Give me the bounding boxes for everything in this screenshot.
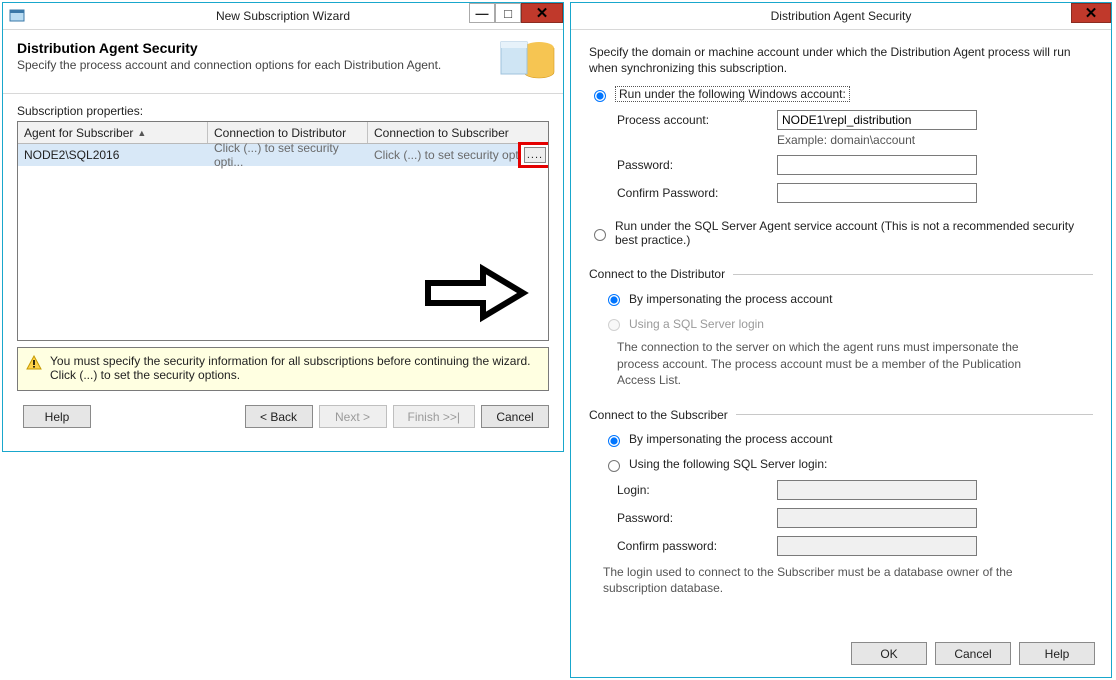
- subscription-properties-label: Subscription properties:: [17, 104, 549, 118]
- sub-confirm-password-input: [777, 536, 977, 556]
- warning-panel: You must specify the security informatio…: [17, 347, 549, 391]
- password-label: Password:: [617, 158, 777, 172]
- ellipsis-button[interactable]: ....: [524, 147, 546, 163]
- header-title: Distribution Agent Security: [17, 40, 549, 56]
- run-sqlagent-radio[interactable]: [594, 229, 606, 241]
- intro-text: Specify the domain or machine account un…: [589, 44, 1093, 76]
- run-windows-radio[interactable]: [594, 90, 606, 102]
- dist-note: The connection to the server on which th…: [589, 339, 1059, 388]
- wizard-titlebar[interactable]: New Subscription Wizard ― □ ✕: [3, 3, 563, 30]
- sub-sqllogin-radio[interactable]: [608, 460, 620, 472]
- dialog-footer: OK Cancel Help: [851, 642, 1095, 665]
- sub-impersonate-label: By impersonating the process account: [629, 432, 832, 446]
- ellipsis-highlight: ....: [518, 142, 549, 168]
- security-titlebar[interactable]: Distribution Agent Security ✕: [571, 3, 1111, 30]
- process-account-label: Process account:: [617, 113, 777, 127]
- close-button[interactable]: ✕: [1071, 3, 1111, 23]
- help-button[interactable]: Help: [23, 405, 91, 428]
- run-windows-label: Run under the following Windows account:: [615, 86, 850, 102]
- dist-sqllogin-label: Using a SQL Server login: [629, 317, 764, 331]
- sort-asc-icon: ▲: [137, 128, 146, 138]
- col-agent-text: Agent for Subscriber: [24, 126, 133, 140]
- warning-icon: [26, 355, 42, 371]
- database-icon: [497, 34, 557, 88]
- process-account-input[interactable]: [777, 110, 977, 130]
- cancel-button[interactable]: Cancel: [935, 642, 1011, 665]
- cancel-button[interactable]: Cancel: [481, 405, 549, 428]
- sub-impersonate-radio[interactable]: [608, 435, 620, 447]
- cell-agent: NODE2\SQL2016: [18, 145, 208, 165]
- sub-sqllogin-label: Using the following SQL Server login:: [629, 457, 827, 471]
- maximize-button[interactable]: □: [495, 3, 521, 23]
- dist-impersonate-radio[interactable]: [608, 294, 620, 306]
- wizard-footer: Help < Back Next > Finish >>| Cancel: [17, 405, 549, 428]
- subscriber-section-title: Connect to the Subscriber: [589, 408, 1093, 422]
- warning-text: You must specify the security informatio…: [50, 354, 540, 384]
- security-title: Distribution Agent Security: [571, 9, 1111, 23]
- finish-button: Finish >>|: [393, 405, 475, 428]
- distributor-section-text: Connect to the Distributor: [589, 267, 725, 281]
- col-subscriber-text: Connection to Subscriber: [374, 126, 509, 140]
- help-button[interactable]: Help: [1019, 642, 1095, 665]
- minimize-button[interactable]: ―: [469, 3, 495, 23]
- run-sqlagent-label: Run under the SQL Server Agent service a…: [615, 219, 1085, 247]
- login-label: Login:: [617, 483, 777, 497]
- arrow-annotation-icon: [423, 263, 533, 323]
- col-subscriber[interactable]: Connection to Subscriber: [368, 122, 548, 143]
- process-account-example: Example: domain\account: [617, 133, 1093, 147]
- col-agent[interactable]: Agent for Subscriber ▲: [18, 122, 208, 143]
- distributor-section-title: Connect to the Distributor: [589, 267, 1093, 281]
- sub-note: The login used to connect to the Subscri…: [589, 564, 1059, 596]
- close-button[interactable]: ✕: [521, 3, 563, 23]
- next-button: Next >: [319, 405, 387, 428]
- distribution-agent-security-dialog: Distribution Agent Security ✕ Specify th…: [570, 2, 1112, 678]
- password-input[interactable]: [777, 155, 977, 175]
- subscriber-section-text: Connect to the Subscriber: [589, 408, 728, 422]
- wizard-title-buttons: ― □ ✕: [469, 3, 563, 23]
- grid-row[interactable]: NODE2\SQL2016 Click (...) to set securit…: [18, 144, 548, 166]
- login-input: [777, 480, 977, 500]
- dist-sqllogin-radio: [608, 319, 620, 331]
- new-subscription-wizard-window: New Subscription Wizard ― □ ✕ Distributi…: [2, 2, 564, 452]
- wizard-header: Distribution Agent Security Specify the …: [3, 30, 563, 94]
- dist-impersonate-label: By impersonating the process account: [629, 292, 832, 306]
- sub-password-input: [777, 508, 977, 528]
- cell-distributor: Click (...) to set security opti...: [208, 138, 368, 172]
- header-subtitle: Specify the process account and connecti…: [17, 58, 549, 72]
- ok-button[interactable]: OK: [851, 642, 927, 665]
- confirm-password-input[interactable]: [777, 183, 977, 203]
- sub-confirm-password-label: Confirm password:: [617, 539, 777, 553]
- confirm-password-label: Confirm Password:: [617, 186, 777, 200]
- wizard-icon: [9, 8, 25, 24]
- back-button[interactable]: < Back: [245, 405, 313, 428]
- sub-password-label: Password:: [617, 511, 777, 525]
